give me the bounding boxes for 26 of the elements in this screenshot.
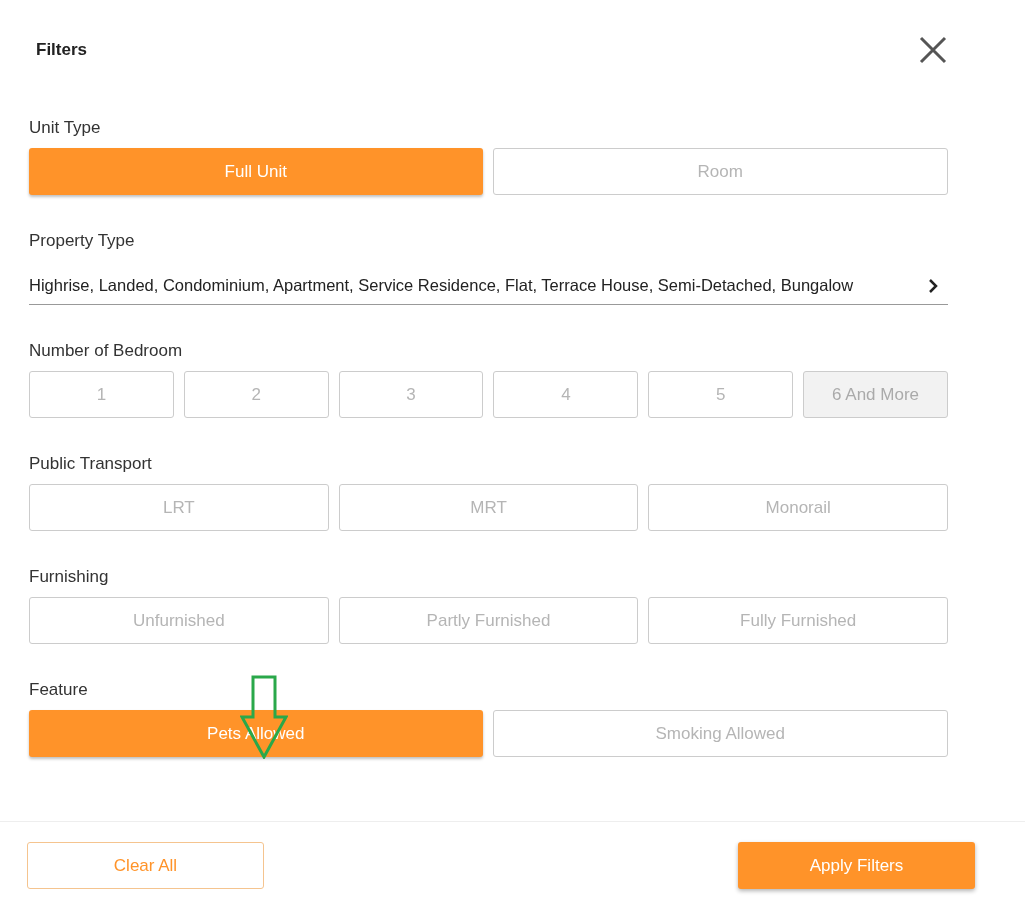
option-button[interactable]: Smoking Allowed — [492, 710, 948, 757]
option-button[interactable]: Monorail — [648, 484, 948, 531]
chevron-right-icon — [928, 277, 938, 294]
option-button[interactable]: Partly Furnished — [338, 597, 639, 644]
option-button[interactable]: 3 — [338, 371, 484, 418]
section-label: Unit Type — [29, 117, 101, 139]
option-button[interactable]: 5 — [648, 371, 794, 418]
section-label: Furnishing — [29, 566, 109, 588]
section-label: Public Transport — [29, 453, 152, 475]
option-button[interactable]: Room — [492, 148, 948, 195]
option-button[interactable]: Fully Furnished — [648, 597, 948, 644]
option-button[interactable]: Full Unit — [29, 148, 483, 195]
option-button[interactable]: Unfurnished — [29, 597, 329, 644]
apply-filters-button[interactable]: Apply Filters — [738, 842, 975, 889]
option-button[interactable]: LRT — [29, 484, 329, 531]
dialog-title: Filters — [36, 39, 88, 62]
option-button[interactable]: MRT — [338, 484, 639, 531]
option-button[interactable]: 2 — [183, 371, 329, 418]
option-button[interactable]: 1 — [29, 371, 174, 418]
section-label: Property Type — [29, 230, 135, 252]
property-type-select[interactable]: Highrise, Landed, Condominium, Apartment, Service Residence, Flat, Terrace House, Semi-Detached, Bungalow — [29, 267, 948, 305]
section-label: Feature — [29, 679, 88, 701]
clear-all-button[interactable]: Clear All — [27, 842, 264, 889]
section-label: Number of Bedroom — [29, 340, 183, 362]
close-icon[interactable] — [919, 36, 947, 64]
option-button[interactable]: 4 — [493, 371, 639, 418]
